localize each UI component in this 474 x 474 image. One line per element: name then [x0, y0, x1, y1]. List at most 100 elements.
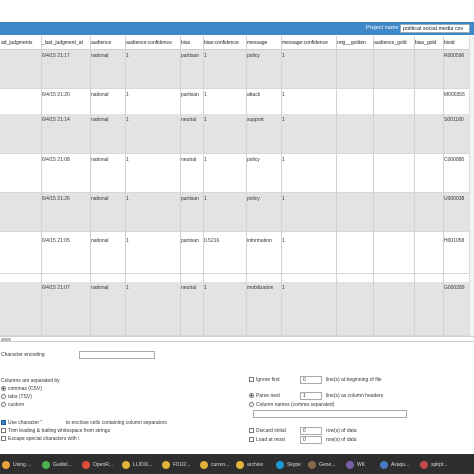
chrome-icon — [42, 460, 50, 469]
radio-commas[interactable] — [1, 386, 6, 392]
cell-audience: national — [91, 117, 109, 123]
vertical-scrollbar[interactable] — [469, 36, 474, 336]
parse-next-option[interactable]: Parse next — [249, 393, 280, 399]
columns-separated-label: Columns are separated by — [1, 378, 60, 384]
cell-bias: neutral — [181, 157, 197, 163]
cell-bias: neutral — [181, 285, 197, 291]
trim-whitespace-option[interactable]: Trim leading & trailing whitespace from … — [1, 428, 110, 434]
cell-bias-confidence: 1 — [204, 196, 207, 202]
column-header[interactable]: bias:confidence — [204, 40, 246, 46]
taskbar-item[interactable]: Using ... — [2, 459, 31, 470]
checkbox-load-at-most[interactable] — [249, 437, 254, 443]
taskbar-item[interactable]: Skype — [276, 459, 301, 470]
use-character-option[interactable]: Use character " — [1, 420, 42, 426]
scrollbar-thumb[interactable] — [1, 338, 11, 341]
taskbar-item[interactable]: Avaqu... — [380, 459, 409, 470]
app-icon — [346, 460, 354, 469]
taskbar-item[interactable]: WK — [346, 459, 365, 470]
cell-message: policy — [247, 196, 260, 202]
load-at-most-input[interactable]: 0 — [300, 436, 322, 444]
column-header[interactable]: orig__golden — [337, 40, 373, 46]
cell-bioid: U000038 — [444, 196, 465, 202]
cell-message-confidence: 1 — [282, 157, 285, 163]
discard-initial-description: row(s) of data — [326, 428, 357, 434]
cell-message: policy — [247, 157, 260, 163]
horizontal-scrollbar[interactable] — [0, 336, 474, 342]
taskbar-item[interactable]: FDU2... — [162, 459, 190, 470]
column-header[interactable]: audience_gold — [374, 40, 414, 46]
column-header[interactable]: bioid — [444, 40, 469, 46]
column-divider — [373, 36, 374, 336]
checkbox-escape[interactable] — [1, 436, 6, 442]
cell-bioid: C000880 — [444, 157, 465, 163]
column-header[interactable]: ad_judgments — [1, 40, 41, 46]
project-bar: Project name political social media csv — [0, 22, 474, 35]
checkbox-discard[interactable] — [249, 428, 254, 434]
app-icon — [420, 460, 428, 469]
cell-bias: neutral — [181, 117, 197, 123]
cell-bioid: M000355 — [444, 92, 465, 98]
radio-column-names[interactable] — [249, 402, 254, 408]
cell-audience: national — [91, 157, 109, 163]
cell-audience: national — [91, 53, 109, 59]
column-divider — [336, 36, 337, 336]
column-names-option[interactable]: Column names (comma separated) — [249, 402, 334, 408]
column-divider — [443, 36, 444, 336]
folder-icon — [162, 460, 170, 469]
column-divider — [125, 36, 126, 336]
load-at-most-description: row(s) of data — [326, 437, 357, 443]
separator-custom-option[interactable]: custom — [1, 402, 24, 408]
cell-audience: national — [91, 285, 109, 291]
cell-message-confidence: 1 — [282, 92, 285, 98]
checkbox-use-character[interactable] — [1, 420, 6, 426]
taskbar-item[interactable]: LLIDIX... — [122, 459, 152, 470]
column-names-input[interactable] — [253, 410, 407, 418]
column-header[interactable]: audience:confidence — [126, 40, 180, 46]
table-row: 6/4/15 21:26 national 1 partisan 1 polic… — [0, 193, 474, 232]
character-encoding-input[interactable] — [79, 351, 155, 359]
cell-audience-confidence: 1 — [126, 238, 129, 244]
project-name-label: Project name — [366, 25, 399, 31]
checkbox-ignore-first[interactable] — [249, 377, 254, 383]
cell-last-judgment: 6/4/15 21:17 — [42, 53, 70, 59]
cell-bioid: G000289 — [444, 285, 465, 291]
column-header[interactable]: audience — [91, 40, 125, 46]
radio-parse-next[interactable] — [249, 393, 254, 399]
taskbar-item[interactable]: Gene... — [308, 459, 335, 470]
parse-next-input[interactable]: 1 — [300, 392, 322, 400]
column-header[interactable]: message — [247, 40, 281, 46]
cell-audience-confidence: 1 — [126, 92, 129, 98]
ignore-first-option[interactable]: Ignore first — [249, 377, 280, 383]
radio-tabs[interactable] — [1, 394, 6, 400]
column-divider — [414, 36, 415, 336]
ignore-first-description: line(s) at beginning of file — [326, 377, 382, 383]
table-row: 6/4/15 21:07 national 1 neutral 1 mobili… — [0, 282, 474, 336]
separator-commas-option[interactable]: commas (CSV) — [1, 386, 42, 392]
folder-icon — [236, 460, 244, 469]
column-header[interactable]: bias_gold — [415, 40, 443, 46]
project-name-input[interactable]: political social media csv — [400, 24, 470, 33]
app-icon — [380, 460, 388, 469]
checkbox-trim[interactable] — [1, 428, 6, 434]
table-header: ad_judgments _last_judgment_at audience … — [0, 36, 474, 50]
cell-last-judgment: 6/4/15 21:07 — [42, 285, 70, 291]
column-divider — [281, 36, 282, 336]
taskbar-item[interactable]: Guidel... — [42, 459, 72, 470]
radio-custom[interactable] — [1, 402, 6, 408]
escape-characters-option[interactable]: Escape special characters with \ — [1, 436, 79, 442]
taskbar-item[interactable]: splrpt... — [420, 459, 447, 470]
discard-initial-input[interactable]: 0 — [300, 427, 322, 435]
column-header[interactable]: message:confidence — [282, 40, 336, 46]
taskbar-item[interactable]: OpenR... — [82, 459, 113, 470]
column-header[interactable]: _last_judgment_at — [42, 40, 90, 46]
cell-audience-confidence: 1 — [126, 117, 129, 123]
column-header[interactable]: bias — [181, 40, 203, 46]
load-at-most-option[interactable]: Load at most — [249, 437, 285, 443]
taskbar: Using ... Guidel... OpenR... LLIDIX... F… — [0, 454, 474, 474]
ignore-first-input[interactable]: 0 — [300, 376, 322, 384]
separator-tabs-option[interactable]: tabs (TSV) — [1, 394, 32, 400]
discard-initial-option[interactable]: Discard initial — [249, 428, 286, 434]
taskbar-item[interactable]: archive — [236, 459, 263, 470]
cell-last-judgment: 6/4/15 21:05 — [42, 238, 70, 244]
taskbar-item[interactable]: curren... — [200, 459, 229, 470]
